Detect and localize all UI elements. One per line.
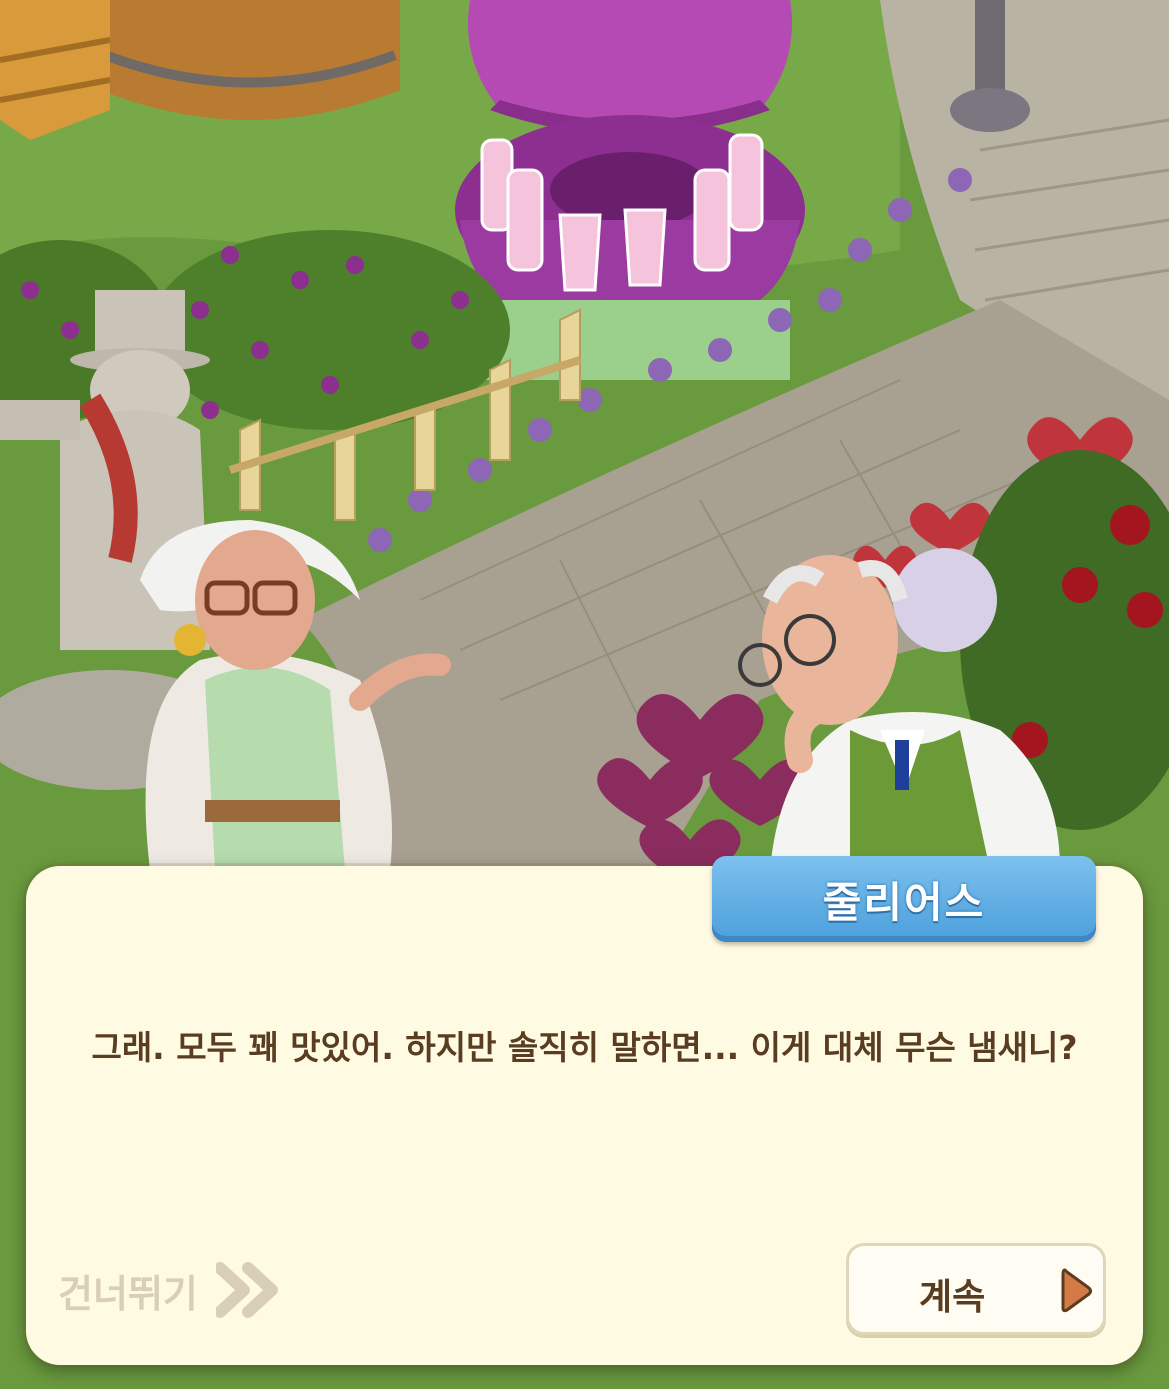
speaker-name-tag: 줄리어스 [712,856,1096,942]
skip-label: 건너뛰기 [58,1271,198,1316]
continue-button[interactable]: 계속 [846,1243,1106,1335]
skip-button[interactable]: 건너뛰기 [58,1260,282,1320]
play-triangle-icon [1061,1268,1092,1313]
continue-label: 계속 [919,1277,986,1318]
garden-lamp-globe [893,548,997,652]
dialog-text: 그래. 모두 꽤 맛있어. 하지만 솔직히 말하면... 이게 대체 무슨 냄새… [91,1028,1078,1067]
speaker-name: 줄리어스 [822,877,986,927]
double-chevron-right-icon [215,1262,278,1318]
